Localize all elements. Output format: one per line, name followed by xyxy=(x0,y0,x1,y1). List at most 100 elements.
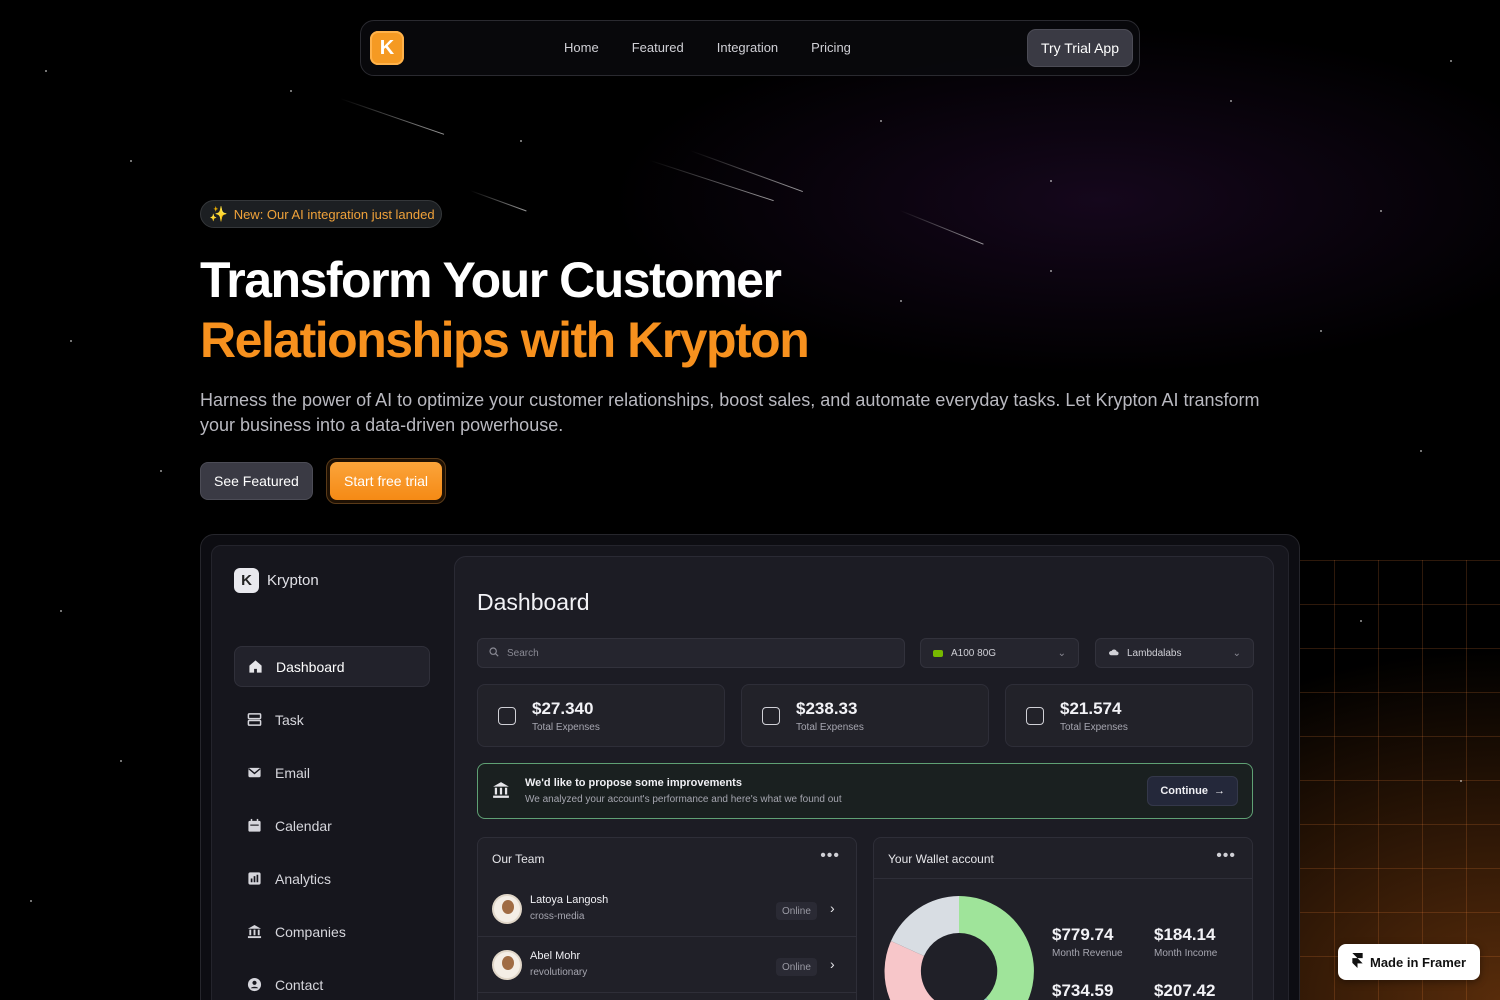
wallet-value: $734.59 xyxy=(1052,981,1114,1000)
provider-select-value: Lambdalabs xyxy=(1127,647,1182,659)
member-role: cross-media xyxy=(530,911,585,922)
sparkle-icon: ✨ xyxy=(209,206,228,223)
wallet-label: Month Revenue xyxy=(1052,948,1123,959)
sidebar-item-dashboard[interactable]: Dashboard xyxy=(234,646,430,687)
dashboard-app: K Krypton Dashboard Task Email Calendar … xyxy=(211,545,1289,1000)
krypton-logo[interactable]: K xyxy=(370,31,404,65)
task-icon xyxy=(246,712,262,728)
start-free-trial-button[interactable]: Start free trial xyxy=(330,462,443,500)
wallet-panel-title: Your Wallet account xyxy=(888,852,994,866)
chevron-right-icon[interactable]: › xyxy=(830,900,835,916)
stat-value: $27.340 xyxy=(532,699,594,718)
stat-card-2: $238.33 Total Expenses xyxy=(741,684,989,747)
app-brand: K Krypton xyxy=(234,568,319,593)
building-icon xyxy=(246,924,262,940)
avatar xyxy=(492,894,522,924)
continue-label: Continue xyxy=(1160,785,1208,797)
status-badge: Online xyxy=(776,902,817,920)
stat-label: Total Expenses xyxy=(532,722,600,733)
stat-card-1: $27.340 Total Expenses xyxy=(477,684,725,747)
search-placeholder: Search xyxy=(507,647,539,659)
nvidia-icon xyxy=(933,649,943,657)
continue-button[interactable]: Continue → xyxy=(1147,776,1238,806)
nav-link-pricing[interactable]: Pricing xyxy=(811,40,851,55)
sidebar-item-contact[interactable]: Contact xyxy=(234,964,430,1000)
banner-subtitle: We analyzed your account's performance a… xyxy=(525,794,842,805)
divider xyxy=(478,936,856,937)
nav-links: Home Featured Integration Pricing xyxy=(564,40,851,55)
hero-description: Harness the power of AI to optimize your… xyxy=(200,390,1260,435)
mail-icon xyxy=(246,765,262,781)
wallet-value: $779.74 xyxy=(1052,925,1114,944)
wallet-value: $184.14 xyxy=(1154,925,1216,944)
sidebar-item-label: Analytics xyxy=(275,870,332,887)
announcement-badge[interactable]: ✨ New: Our AI integration just landed xyxy=(200,200,442,228)
sidebar-item-label: Calendar xyxy=(275,817,332,834)
banner-title: We'd like to propose some improvements xyxy=(525,777,742,789)
dashboard-main: Dashboard Search A100 80G ⌄ Lambdalabs ⌄ xyxy=(454,556,1274,1000)
try-trial-app-button[interactable]: Try Trial App xyxy=(1026,29,1133,67)
dashboard-preview-frame: K Krypton Dashboard Task Email Calendar … xyxy=(200,534,1300,1000)
nav-link-integration[interactable]: Integration xyxy=(717,40,778,55)
sidebar-item-calendar[interactable]: Calendar xyxy=(234,805,430,846)
nav-link-home[interactable]: Home xyxy=(564,40,599,55)
divider xyxy=(478,992,856,993)
wallet-panel: Your Wallet account ••• $779.74 Month Re… xyxy=(873,837,1253,1000)
stat-label: Total Expenses xyxy=(1060,722,1128,733)
start-trial-button-wrapper: Start free trial xyxy=(326,458,447,504)
sidebar-item-label: Dashboard xyxy=(276,658,345,675)
provider-select[interactable]: Lambdalabs ⌄ xyxy=(1095,638,1254,668)
gpu-select-value: A100 80G xyxy=(951,647,997,659)
bank-icon xyxy=(492,781,510,804)
member-name: Latoya Langosh xyxy=(530,894,609,906)
app-brand-name: Krypton xyxy=(267,572,319,589)
more-options-icon[interactable]: ••• xyxy=(1216,847,1236,865)
sidebar-item-label: Email xyxy=(275,764,311,781)
member-role: revolutionary xyxy=(530,967,588,978)
wallet-label: Month Income xyxy=(1154,948,1218,959)
hero-title-line2: Relationships with Krypton xyxy=(200,312,810,368)
cash-icon xyxy=(1026,707,1044,725)
page-title: Dashboard xyxy=(477,589,590,615)
member-name: Abel Mohr xyxy=(530,950,581,962)
analytics-icon xyxy=(246,871,262,887)
wallet-value: $207.42 xyxy=(1154,981,1216,1000)
status-badge: Online xyxy=(776,958,817,976)
sidebar-item-companies[interactable]: Companies xyxy=(234,911,430,952)
gpu-select[interactable]: A100 80G ⌄ xyxy=(920,638,1079,668)
chart-icon xyxy=(762,707,780,725)
more-options-icon[interactable]: ••• xyxy=(820,847,840,865)
team-member-row[interactable]: Latoya Langosh cross-media Online › xyxy=(492,888,842,928)
app-logo-icon: K xyxy=(234,568,259,593)
sidebar-item-analytics[interactable]: Analytics xyxy=(234,858,430,899)
made-in-framer-badge[interactable]: Made in Framer xyxy=(1338,944,1480,980)
sidebar-item-task[interactable]: Task xyxy=(234,699,430,740)
cloud-icon xyxy=(1108,648,1119,659)
chevron-down-icon: ⌄ xyxy=(1057,647,1066,659)
chevron-right-icon[interactable]: › xyxy=(830,956,835,972)
avatar xyxy=(492,950,522,980)
sidebar-item-label: Contact xyxy=(275,976,324,993)
framer-logo-icon xyxy=(1352,953,1363,971)
divider xyxy=(874,878,1252,879)
app-sidebar: Dashboard Task Email Calendar Analytics … xyxy=(234,646,430,1000)
improvement-banner: We'd like to propose some improvements W… xyxy=(477,763,1253,819)
sidebar-item-email[interactable]: Email xyxy=(234,752,430,793)
announcement-text: New: Our AI integration just landed xyxy=(233,206,435,222)
stat-value: $238.33 xyxy=(796,699,858,718)
wallet-donut-chart xyxy=(884,896,1034,1000)
top-nav: K Home Featured Integration Pricing Try … xyxy=(360,20,1140,76)
stat-value: $21.574 xyxy=(1060,699,1122,718)
team-panel-title: Our Team xyxy=(492,852,545,866)
framer-badge-label: Made in Framer xyxy=(1370,954,1467,970)
sidebar-item-label: Companies xyxy=(275,923,346,940)
hero-title-line1: Transform Your Customer xyxy=(200,252,782,308)
nav-link-featured[interactable]: Featured xyxy=(632,40,684,55)
search-icon xyxy=(489,646,499,660)
team-member-row[interactable]: Abel Mohr revolutionary Online › xyxy=(492,944,842,984)
chevron-down-icon: ⌄ xyxy=(1232,647,1241,659)
search-input[interactable]: Search xyxy=(477,638,905,668)
see-featured-button[interactable]: See Featured xyxy=(200,462,313,500)
calendar-icon xyxy=(246,818,262,834)
sidebar-item-label: Task xyxy=(275,711,304,728)
